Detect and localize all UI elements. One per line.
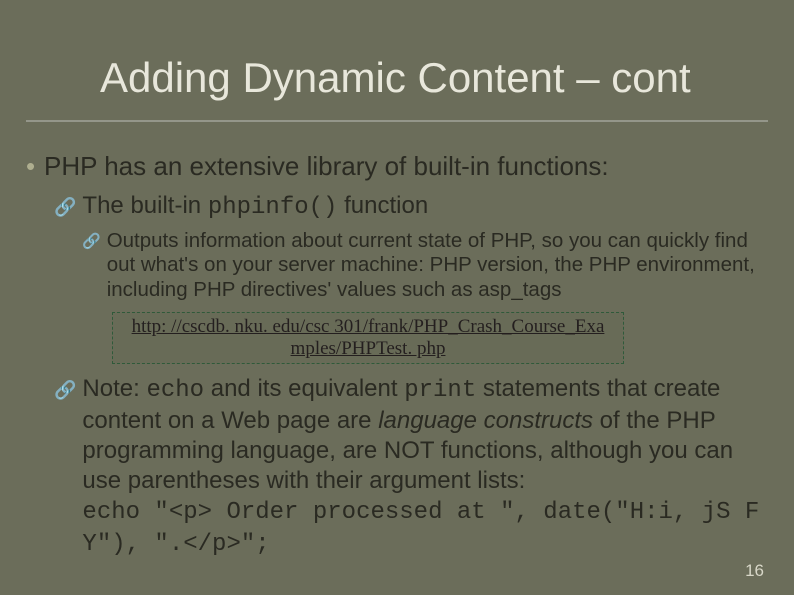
title-underline [26, 120, 768, 122]
bullet-main-text: PHP has an extensive library of built-in… [44, 151, 609, 181]
example-link-box: http: //cscdb. nku. edu/csc 301/frank/PH… [112, 312, 624, 364]
bullet-dot-icon: • [26, 150, 44, 183]
slide-title: Adding Dynamic Content – cont [100, 54, 754, 102]
page-number: 16 [745, 561, 764, 581]
note-code-print: print [404, 377, 476, 404]
example-link[interactable]: http: //cscdb. nku. edu/csc 301/frank/PH… [132, 316, 605, 359]
note-italic: language constructs [378, 407, 593, 434]
sub-sub-text: Outputs information about current state … [107, 229, 768, 303]
sub-bullet-note: 🔗 Note: echo and its equivalent print st… [54, 374, 768, 560]
sub-bullet-phpinfo-text: The built-in phpinfo() function [82, 191, 768, 223]
bullet-main: •PHP has an extensive library of built-i… [26, 150, 768, 183]
sub-sub-bullet-outputs: 🔗 Outputs information about current stat… [82, 229, 768, 303]
note-pre: Note: [82, 375, 146, 402]
note-mid1: and its equivalent [204, 375, 404, 402]
slide-content: •PHP has an extensive library of built-i… [26, 150, 768, 566]
link-icon: 🔗 [54, 379, 76, 560]
note-code-line: echo "<p> Order processed at ", date("H:… [82, 499, 759, 558]
note-text: Note: echo and its equivalent print stat… [82, 374, 768, 560]
sub-bullet-phpinfo: 🔗 The built-in phpinfo() function [54, 191, 768, 223]
sub1-code: phpinfo() [208, 194, 338, 221]
sub1-post: function [337, 192, 428, 219]
link-icon: 🔗 [82, 233, 101, 303]
note-code-echo: echo [146, 377, 204, 404]
slide: Adding Dynamic Content – cont •PHP has a… [0, 0, 794, 595]
sub1-pre: The built-in [82, 192, 207, 219]
link-icon: 🔗 [54, 196, 76, 223]
